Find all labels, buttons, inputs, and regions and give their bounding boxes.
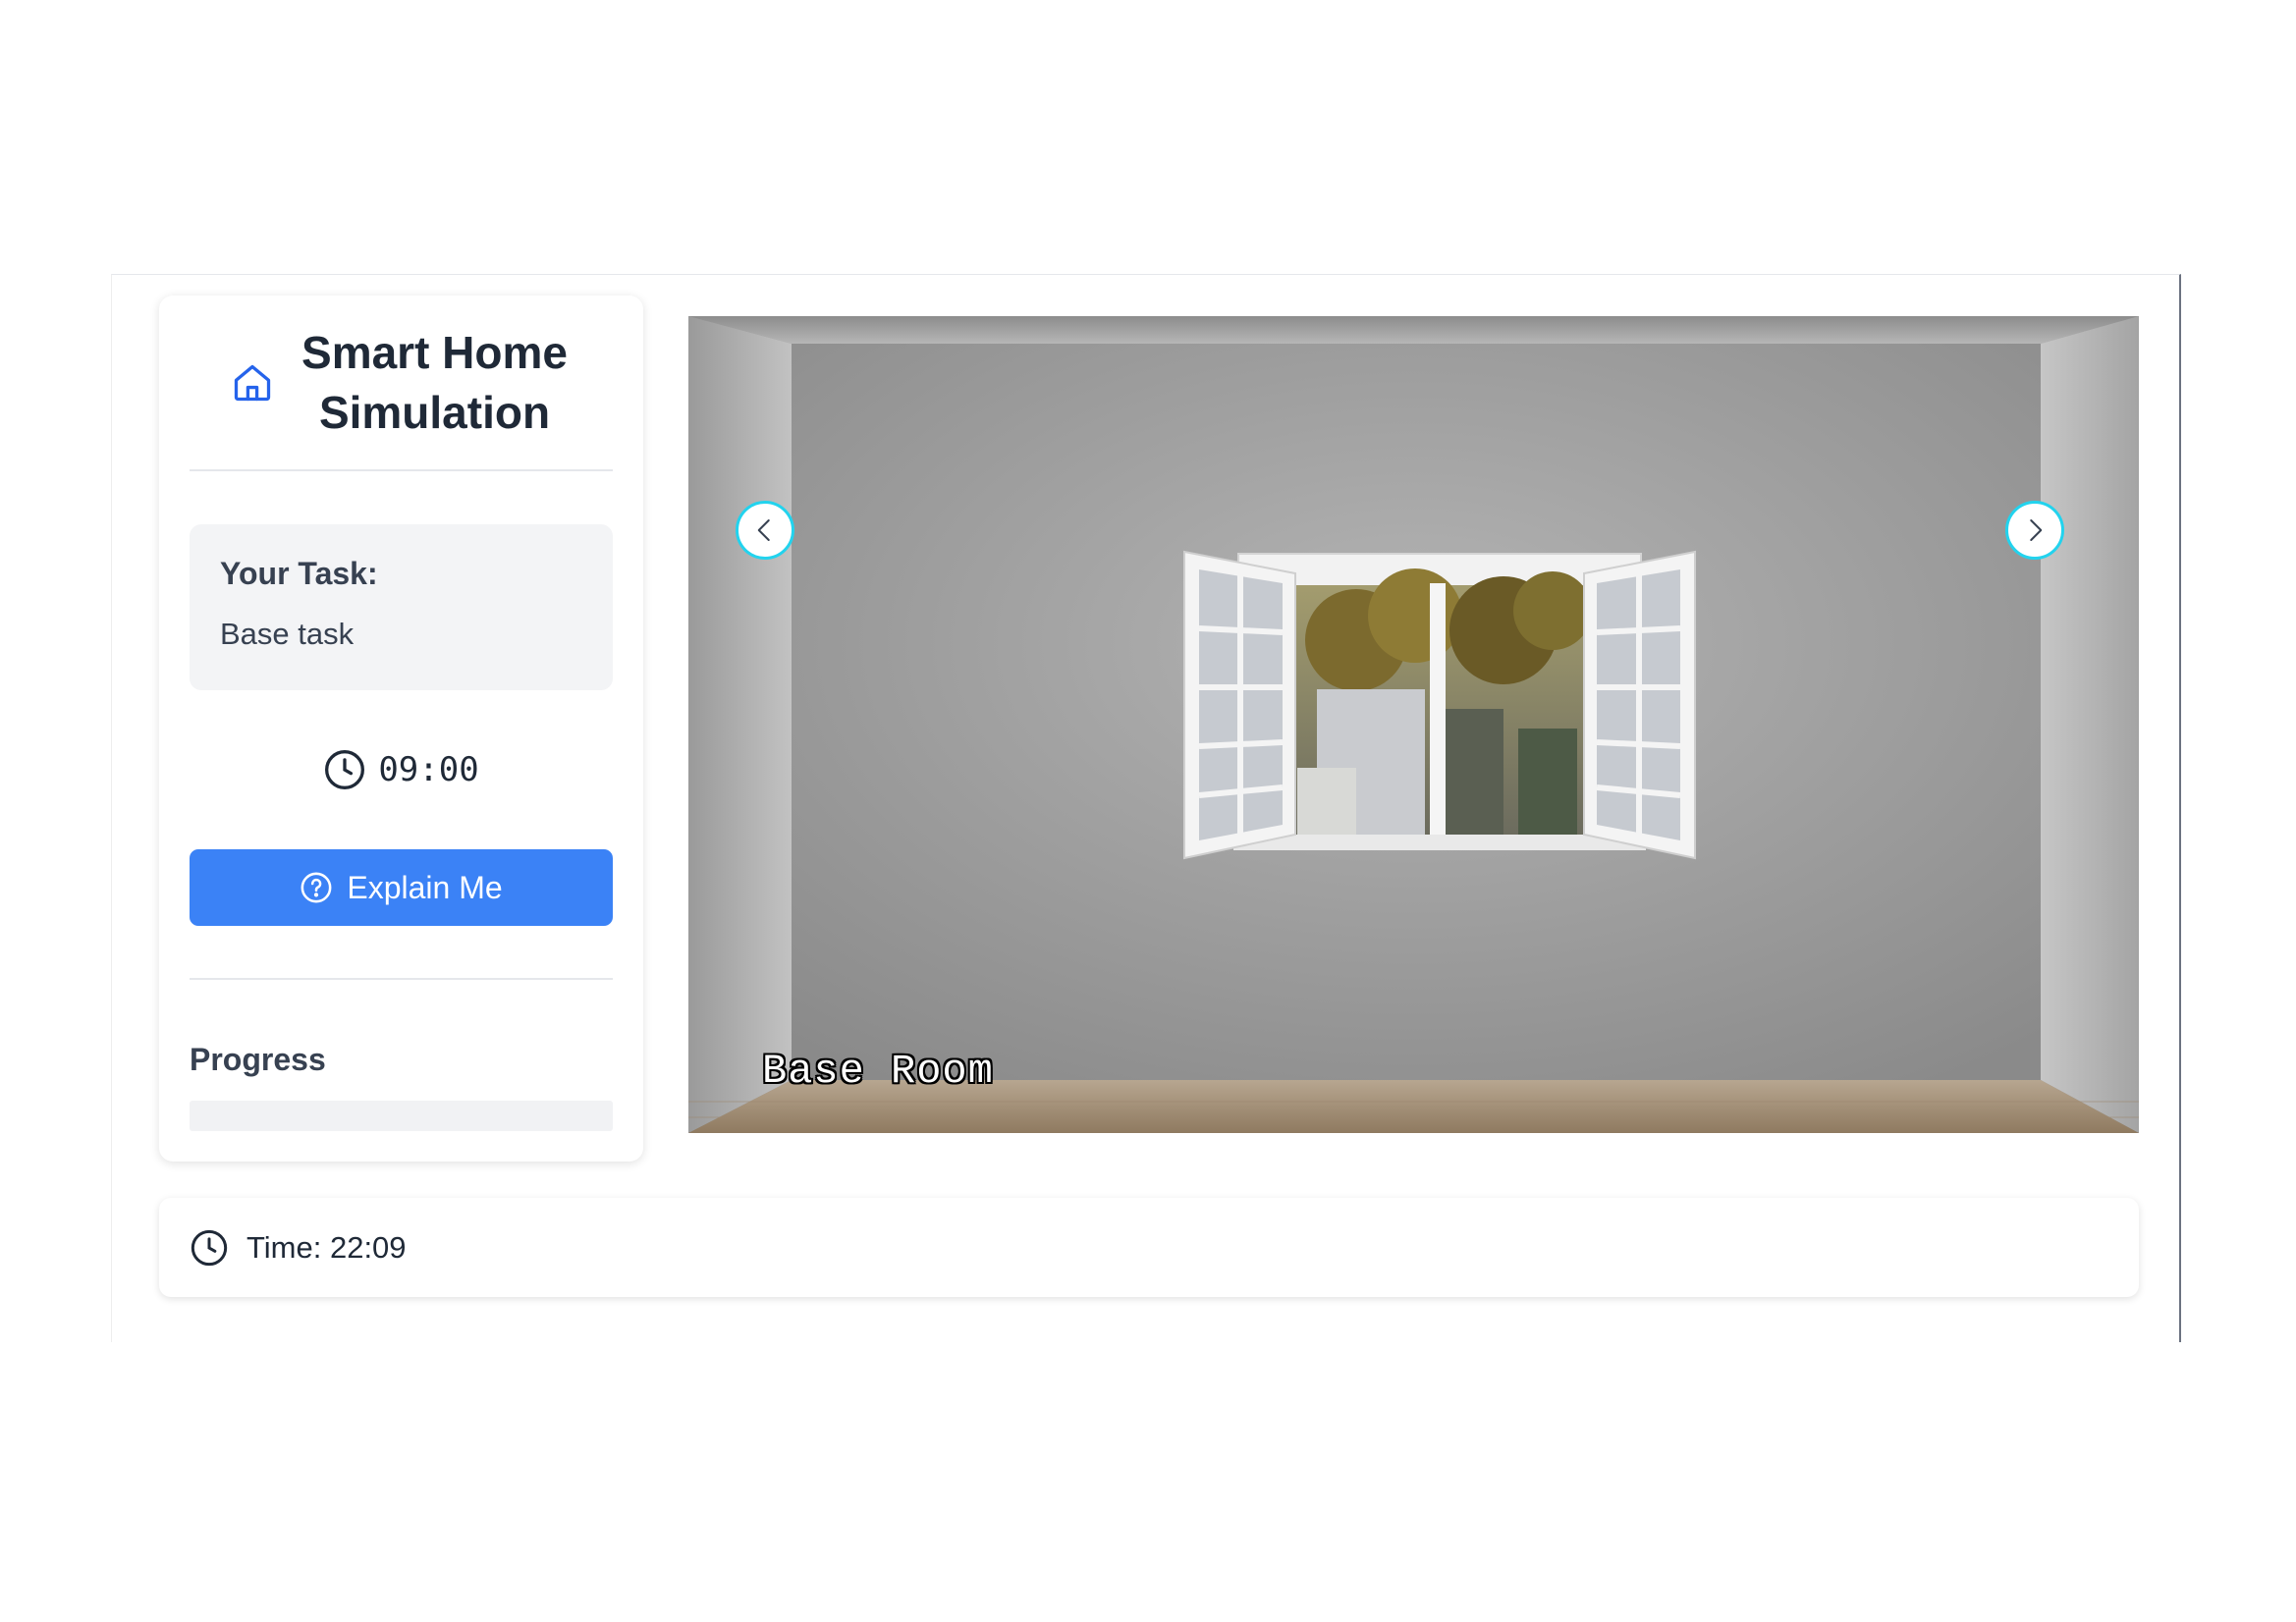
room-scene bbox=[688, 316, 2139, 1133]
clock-icon bbox=[323, 748, 366, 791]
app-title: Smart Home Simulation bbox=[301, 327, 568, 438]
divider bbox=[190, 978, 613, 980]
divider bbox=[190, 469, 613, 471]
room-name: Base Room bbox=[762, 1048, 994, 1095]
help-circle-icon bbox=[300, 871, 333, 904]
task-description: Base task bbox=[220, 617, 355, 651]
progress-label: Progress bbox=[190, 1042, 326, 1077]
sidebar: Smart Home Simulation Your Task: Base ta… bbox=[159, 296, 643, 1162]
previous-room-button[interactable] bbox=[736, 501, 794, 560]
task-heading: Your Task: bbox=[220, 556, 378, 591]
chevron-right-icon bbox=[2020, 515, 2050, 545]
window bbox=[1183, 550, 1696, 860]
status-bar: Time: 22:09 bbox=[159, 1198, 2139, 1297]
title-row: Smart Home Simulation bbox=[159, 319, 643, 447]
home-icon bbox=[231, 361, 274, 405]
timer-value: 09:00 bbox=[378, 750, 479, 789]
task-card: Your Task: Base task bbox=[190, 524, 613, 690]
chevron-left-icon bbox=[750, 515, 780, 545]
room-view: Base Room bbox=[688, 316, 2139, 1133]
next-room-button[interactable] bbox=[2005, 501, 2064, 560]
task-timer: 09:00 bbox=[159, 744, 643, 795]
clock-icon bbox=[190, 1228, 229, 1268]
explain-me-button[interactable]: Explain Me bbox=[190, 849, 613, 926]
current-time: Time: 22:09 bbox=[246, 1229, 407, 1265]
progress-bar bbox=[190, 1101, 613, 1131]
explain-me-label: Explain Me bbox=[347, 869, 503, 905]
